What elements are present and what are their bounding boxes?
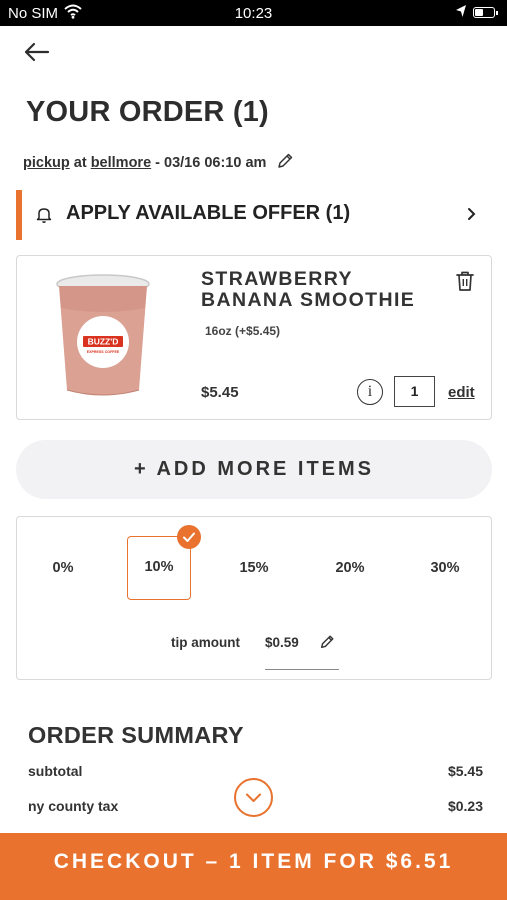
tip-option-20[interactable]: 20%: [318, 536, 382, 600]
quantity-field[interactable]: 1: [394, 376, 435, 407]
trash-icon[interactable]: [455, 270, 475, 297]
chevron-right-icon: [467, 207, 477, 226]
battery-icon: [473, 7, 498, 18]
apply-offer-row[interactable]: APPLY AVAILABLE OFFER (1): [16, 190, 491, 240]
item-price: $5.45: [201, 384, 239, 401]
location-arrow-icon: [455, 4, 467, 22]
item-size-option: 16oz (+$5.45): [205, 324, 281, 338]
checkout-button[interactable]: CHECKOUT – 1 ITEM FOR $6.51: [0, 833, 507, 900]
tax-value: $0.23: [447, 798, 483, 814]
back-button[interactable]: [22, 38, 54, 66]
tip-amount-underline: [265, 669, 339, 670]
pickup-location-link[interactable]: bellmore: [91, 155, 151, 171]
order-summary-title: ORDER SUMMARY: [28, 722, 244, 748]
cart-item-card: BUZZ'D EXPRESS COFFEE STRAWBERRY BANANA …: [16, 255, 492, 420]
offer-accent-bar: [16, 190, 22, 240]
bell-icon: [36, 206, 52, 229]
tip-amount-value[interactable]: $0.59: [265, 635, 299, 650]
edit-tip-pencil-icon[interactable]: [319, 634, 335, 655]
chevron-down-icon: [246, 793, 261, 802]
edit-pickup-pencil-icon[interactable]: [276, 152, 294, 174]
offer-label: APPLY AVAILABLE OFFER (1): [66, 202, 351, 224]
status-bar: No SIM 10:23: [0, 0, 507, 26]
tip-amount-label: tip amount: [171, 635, 240, 650]
pickup-at-label: at: [73, 155, 87, 171]
tip-option-15[interactable]: 15%: [222, 536, 286, 600]
tip-option-0[interactable]: 0%: [31, 536, 95, 600]
arrow-left-icon: [24, 42, 50, 62]
subtotal-value: $5.45: [447, 763, 483, 779]
edit-item-link[interactable]: edit: [448, 384, 475, 401]
info-icon[interactable]: i: [357, 379, 383, 405]
item-name: STRAWBERRY BANANA SMOOTHIE: [201, 268, 416, 311]
checkmark-icon: [177, 525, 201, 549]
cup-logo-text: BUZZ'D: [88, 337, 119, 347]
add-more-items-button[interactable]: + ADD MORE ITEMS: [16, 440, 492, 499]
scroll-down-button[interactable]: [234, 778, 273, 817]
subtotal-label: subtotal: [28, 763, 83, 779]
clock: 10:23: [234, 5, 273, 22]
pickup-details: pickup at bellmore - 03/16 06:10 am: [23, 152, 294, 174]
pickup-datetime: - 03/16 06:10 am: [155, 155, 267, 171]
pickup-mode-link[interactable]: pickup: [23, 155, 70, 171]
page-title: YOUR ORDER (1): [26, 96, 269, 128]
tip-selector-card: 0% 10% 15% 20% 30% tip amount $0.59: [16, 516, 492, 680]
smoothie-cup-image: BUZZ'D EXPRESS COFFEE: [53, 272, 153, 405]
tax-label: ny county tax: [28, 798, 119, 814]
cup-logo-subtext: EXPRESS COFFEE: [87, 350, 120, 354]
tip-option-30[interactable]: 30%: [413, 536, 477, 600]
